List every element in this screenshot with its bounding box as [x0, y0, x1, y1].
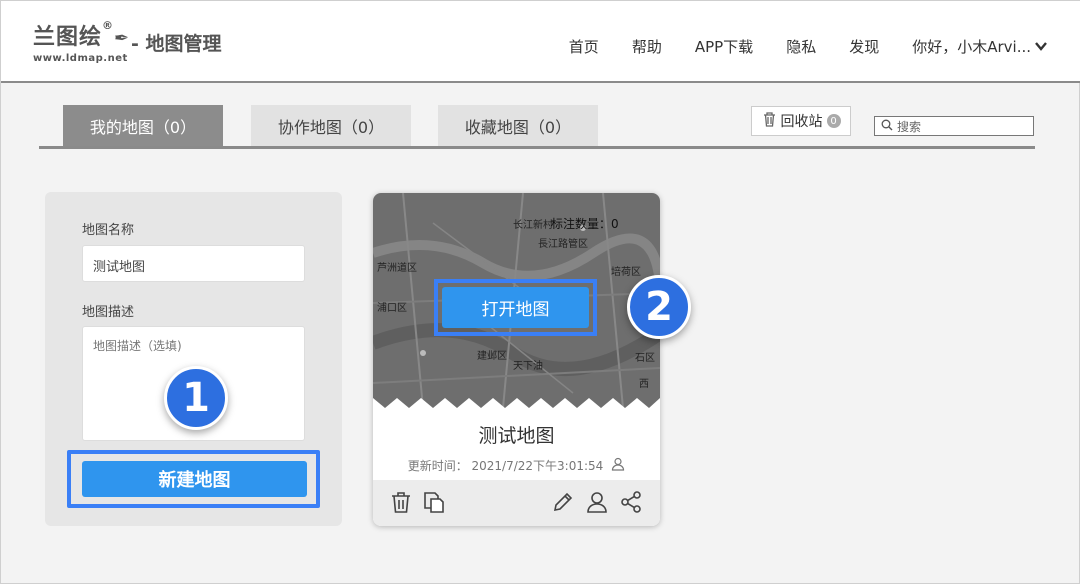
- logo-text: 兰图绘®✒: [33, 19, 131, 50]
- recycle-count-badge: 0: [826, 114, 841, 128]
- page-title: - 地图管理: [131, 33, 222, 55]
- step-2-callout: 2: [627, 275, 691, 339]
- nav-discover[interactable]: 发现: [849, 36, 879, 57]
- open-map-button[interactable]: 打开地图: [442, 287, 589, 328]
- new-map-panel: 地图名称 测试地图 地图描述 地图描述（选填) 新建地图: [45, 192, 342, 526]
- chevron-down-icon: [1035, 40, 1047, 54]
- map-title: 测试地图: [478, 425, 555, 447]
- map-label: 培荷区: [611, 265, 641, 278]
- map-card: 长江新村 長江路管区 培荷区 芦洲道区 浦口区 建邺区 天下油 石区 西 标注数…: [373, 193, 660, 526]
- tab-bar: 我的地图（0） 协作地图（0） 收藏地图（0） 回收站 0 搜索: [39, 105, 1035, 149]
- nav-app-download[interactable]: APP下载: [695, 36, 753, 57]
- tab-collab-maps[interactable]: 协作地图（0）: [251, 105, 411, 146]
- user-icon: [611, 457, 625, 474]
- search-icon: [881, 119, 893, 134]
- map-label: 芦洲道区: [377, 261, 417, 274]
- search-placeholder: 搜索: [897, 119, 922, 134]
- user-menu[interactable]: 你好，小木Arvi...: [912, 36, 1047, 57]
- copy-icon[interactable]: [422, 490, 448, 516]
- map-label: 石区: [635, 352, 655, 364]
- nav-home[interactable]: 首页: [569, 36, 599, 57]
- nav-help[interactable]: 帮助: [632, 36, 662, 57]
- map-label: 長江路管区: [538, 237, 588, 250]
- logo-url: www.ldmap.net: [33, 53, 128, 64]
- updated-text: 更新时间： 2021/7/22下午3:01:54: [407, 459, 604, 473]
- map-name-field[interactable]: 测试地图: [82, 245, 305, 282]
- map-thumbnail[interactable]: 长江新村 長江路管区 培荷区 芦洲道区 浦口区 建邺区 天下油 石区 西 标注数…: [373, 193, 660, 409]
- map-desc-label: 地图描述: [82, 305, 135, 320]
- logo[interactable]: 兰图绘®✒ www.ldmap.net: [33, 19, 130, 64]
- search-input[interactable]: 搜索: [874, 116, 1034, 136]
- create-map-button[interactable]: 新建地图: [82, 461, 307, 497]
- share-icon[interactable]: [619, 490, 645, 516]
- recycle-bin-label: 回收站: [780, 114, 823, 130]
- recycle-bin-button[interactable]: 回收站 0: [751, 106, 851, 136]
- header: 兰图绘®✒ www.ldmap.net - 地图管理 首页 帮助 APP下载 隐…: [1, 1, 1080, 83]
- mark-count: 标注数量：0: [551, 217, 619, 231]
- app-frame: 兰图绘®✒ www.ldmap.net - 地图管理 首页 帮助 APP下载 隐…: [0, 0, 1080, 584]
- edit-icon[interactable]: [551, 490, 577, 516]
- map-label: 天下油: [513, 359, 543, 372]
- trash-icon: [762, 111, 777, 131]
- create-button-highlight: 新建地图: [67, 450, 320, 508]
- tab-fav-maps[interactable]: 收藏地图（0）: [438, 105, 598, 146]
- trash-icon[interactable]: [389, 490, 415, 516]
- open-button-highlight: 打开地图: [434, 279, 597, 336]
- top-nav: 首页 帮助 APP下载 隐私 发现 你好，小木Arvi...: [569, 36, 1047, 57]
- nav-privacy[interactable]: 隐私: [786, 36, 816, 57]
- map-updated: 更新时间： 2021/7/22下午3:01:54: [373, 457, 660, 474]
- map-label: 浦口区: [377, 301, 407, 314]
- step-1-callout: 1: [164, 366, 228, 430]
- map-label: 长江新村: [513, 218, 553, 231]
- map-label: 建邺区: [477, 349, 507, 362]
- tab-my-maps[interactable]: 我的地图（0）: [63, 105, 223, 146]
- map-label: 西: [639, 379, 649, 390]
- user-greeting: 你好，小木Arvi...: [912, 38, 1031, 56]
- map-name-label: 地图名称: [82, 223, 135, 238]
- user-icon[interactable]: [585, 490, 611, 516]
- card-toolbar: [373, 480, 660, 526]
